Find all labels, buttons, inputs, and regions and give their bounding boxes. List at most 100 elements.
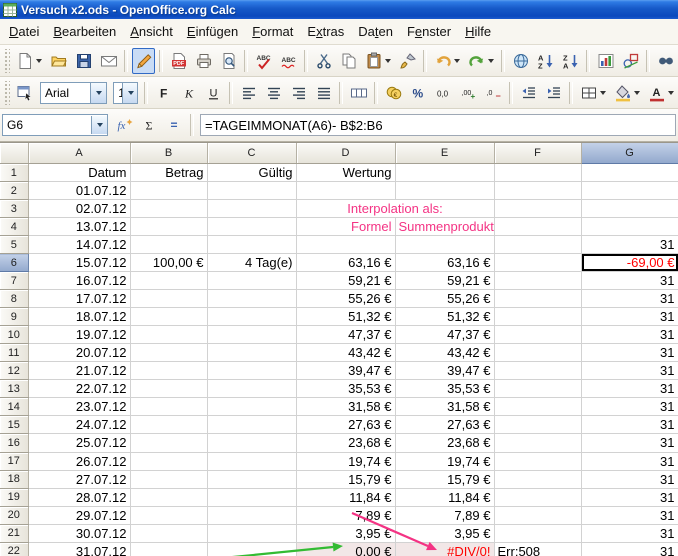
cell-A10[interactable]: 19.07.12	[28, 326, 130, 344]
background-color-button[interactable]	[611, 80, 643, 106]
cell-A22[interactable]: 31.07.12	[28, 542, 130, 556]
column-header-E[interactable]: E	[395, 143, 494, 164]
undo-button[interactable]	[431, 48, 463, 74]
paste-button[interactable]	[362, 48, 394, 74]
cell-A15[interactable]: 24.07.12	[28, 416, 130, 434]
cell-C5[interactable]	[207, 236, 296, 254]
cell-B5[interactable]	[130, 236, 207, 254]
cell-B12[interactable]	[130, 362, 207, 380]
function-button[interactable]: =	[163, 112, 186, 138]
italic-button[interactable]: K	[177, 80, 200, 106]
cell-B20[interactable]	[130, 506, 207, 524]
cell-C13[interactable]	[207, 380, 296, 398]
cell-B14[interactable]	[130, 398, 207, 416]
decrease-indent-button[interactable]	[517, 80, 540, 106]
align-left-button[interactable]	[237, 80, 260, 106]
chevron-down-icon[interactable]	[486, 52, 495, 70]
cell-B16[interactable]	[130, 434, 207, 452]
cell-E20[interactable]: 7,89 €	[395, 506, 494, 524]
cell-C3[interactable]	[207, 200, 296, 218]
cell-D15[interactable]: 27,63 €	[296, 416, 395, 434]
cell-G4[interactable]	[581, 218, 678, 236]
font-name-combo[interactable]: Arial	[40, 82, 107, 104]
cell-D22[interactable]: 0,00 €	[296, 542, 395, 556]
cell-G5[interactable]: 31	[581, 236, 678, 254]
row-header-16[interactable]: 16	[0, 434, 28, 452]
menu-einfugen[interactable]: Einfügen	[180, 22, 245, 41]
chevron-down-icon[interactable]	[122, 83, 138, 103]
cell-G9[interactable]: 31	[581, 308, 678, 326]
cell-A4[interactable]: 13.07.12	[28, 218, 130, 236]
cell-E14[interactable]: 31,58 €	[395, 398, 494, 416]
cell-E2[interactable]	[395, 182, 494, 200]
cell-B3[interactable]	[130, 200, 207, 218]
cell-E4[interactable]: Summenprodukt	[395, 218, 494, 236]
cell-D9[interactable]: 51,32 €	[296, 308, 395, 326]
cell-D5[interactable]	[296, 236, 395, 254]
menu-bearbeiten[interactable]: Bearbeiten	[46, 22, 123, 41]
cell-G21[interactable]: 31	[581, 524, 678, 542]
cell-D16[interactable]: 23,68 €	[296, 434, 395, 452]
cell-E22[interactable]: #DIV/0!	[395, 542, 494, 556]
cell-G19[interactable]: 31	[581, 488, 678, 506]
cell-E10[interactable]: 47,37 €	[395, 326, 494, 344]
cell-D21[interactable]: 3,95 €	[296, 524, 395, 542]
cell-F1[interactable]	[494, 164, 581, 182]
cell-C6[interactable]: 4 Tag(e)	[207, 254, 296, 272]
cell-C12[interactable]	[207, 362, 296, 380]
align-right-button[interactable]	[287, 80, 310, 106]
cell-A12[interactable]: 21.07.12	[28, 362, 130, 380]
cell-D12[interactable]: 39,47 €	[296, 362, 395, 380]
delete-decimal-button[interactable]: ,0−	[482, 80, 505, 106]
sort-descending-button[interactable]: ZA	[559, 48, 582, 74]
cell-G22[interactable]: 31	[581, 542, 678, 556]
column-header-B[interactable]: B	[130, 143, 207, 164]
chevron-down-icon[interactable]	[90, 83, 106, 103]
select-all-corner[interactable]	[0, 143, 28, 164]
cell-F6[interactable]	[494, 254, 581, 272]
auto-spellcheck-button[interactable]: ABC	[277, 48, 300, 74]
cell-D8[interactable]: 55,26 €	[296, 290, 395, 308]
cell-D1[interactable]: Wertung	[296, 164, 395, 182]
cell-F22[interactable]: Err:508	[494, 542, 581, 556]
cell-G7[interactable]: 31	[581, 272, 678, 290]
row-header-20[interactable]: 20	[0, 506, 28, 524]
formula-input[interactable]	[200, 114, 676, 136]
cell-E8[interactable]: 55,26 €	[395, 290, 494, 308]
cell-E6[interactable]: 63,16 €	[395, 254, 494, 272]
cell-A9[interactable]: 18.07.12	[28, 308, 130, 326]
cell-B21[interactable]	[130, 524, 207, 542]
add-decimal-button[interactable]: ,00+	[457, 80, 480, 106]
edit-file-button[interactable]	[132, 48, 155, 74]
column-header-C[interactable]: C	[207, 143, 296, 164]
row-header-1[interactable]: 1	[0, 164, 28, 182]
cell-B19[interactable]	[130, 488, 207, 506]
row-header-14[interactable]: 14	[0, 398, 28, 416]
cell-G15[interactable]: 31	[581, 416, 678, 434]
cell-D20[interactable]: 7,89 €	[296, 506, 395, 524]
row-header-5[interactable]: 5	[0, 236, 28, 254]
row-header-11[interactable]: 11	[0, 344, 28, 362]
row-header-8[interactable]: 8	[0, 290, 28, 308]
cell-A19[interactable]: 28.07.12	[28, 488, 130, 506]
cell-E7[interactable]: 59,21 €	[395, 272, 494, 290]
cell-E9[interactable]: 51,32 €	[395, 308, 494, 326]
cell-C22[interactable]	[207, 542, 296, 556]
format-standard-button[interactable]: 0,0	[432, 80, 455, 106]
cell-A18[interactable]: 27.07.12	[28, 470, 130, 488]
cell-F2[interactable]	[494, 182, 581, 200]
cell-B7[interactable]	[130, 272, 207, 290]
cell-G16[interactable]: 31	[581, 434, 678, 452]
menu-ansicht[interactable]: Ansicht	[123, 22, 180, 41]
email-document-button[interactable]	[97, 48, 120, 74]
cell-G6[interactable]: -69,00 €	[581, 254, 678, 272]
cell-A5[interactable]: 14.07.12	[28, 236, 130, 254]
cell-A3[interactable]: 02.07.12	[28, 200, 130, 218]
cell-A6[interactable]: 15.07.12	[28, 254, 130, 272]
font-size-combo[interactable]: 10	[113, 82, 138, 104]
column-header-D[interactable]: D	[296, 143, 395, 164]
cell-C9[interactable]	[207, 308, 296, 326]
menu-format[interactable]: Format	[245, 22, 300, 41]
cell-D19[interactable]: 11,84 €	[296, 488, 395, 506]
merge-cells-button[interactable]	[347, 80, 370, 106]
